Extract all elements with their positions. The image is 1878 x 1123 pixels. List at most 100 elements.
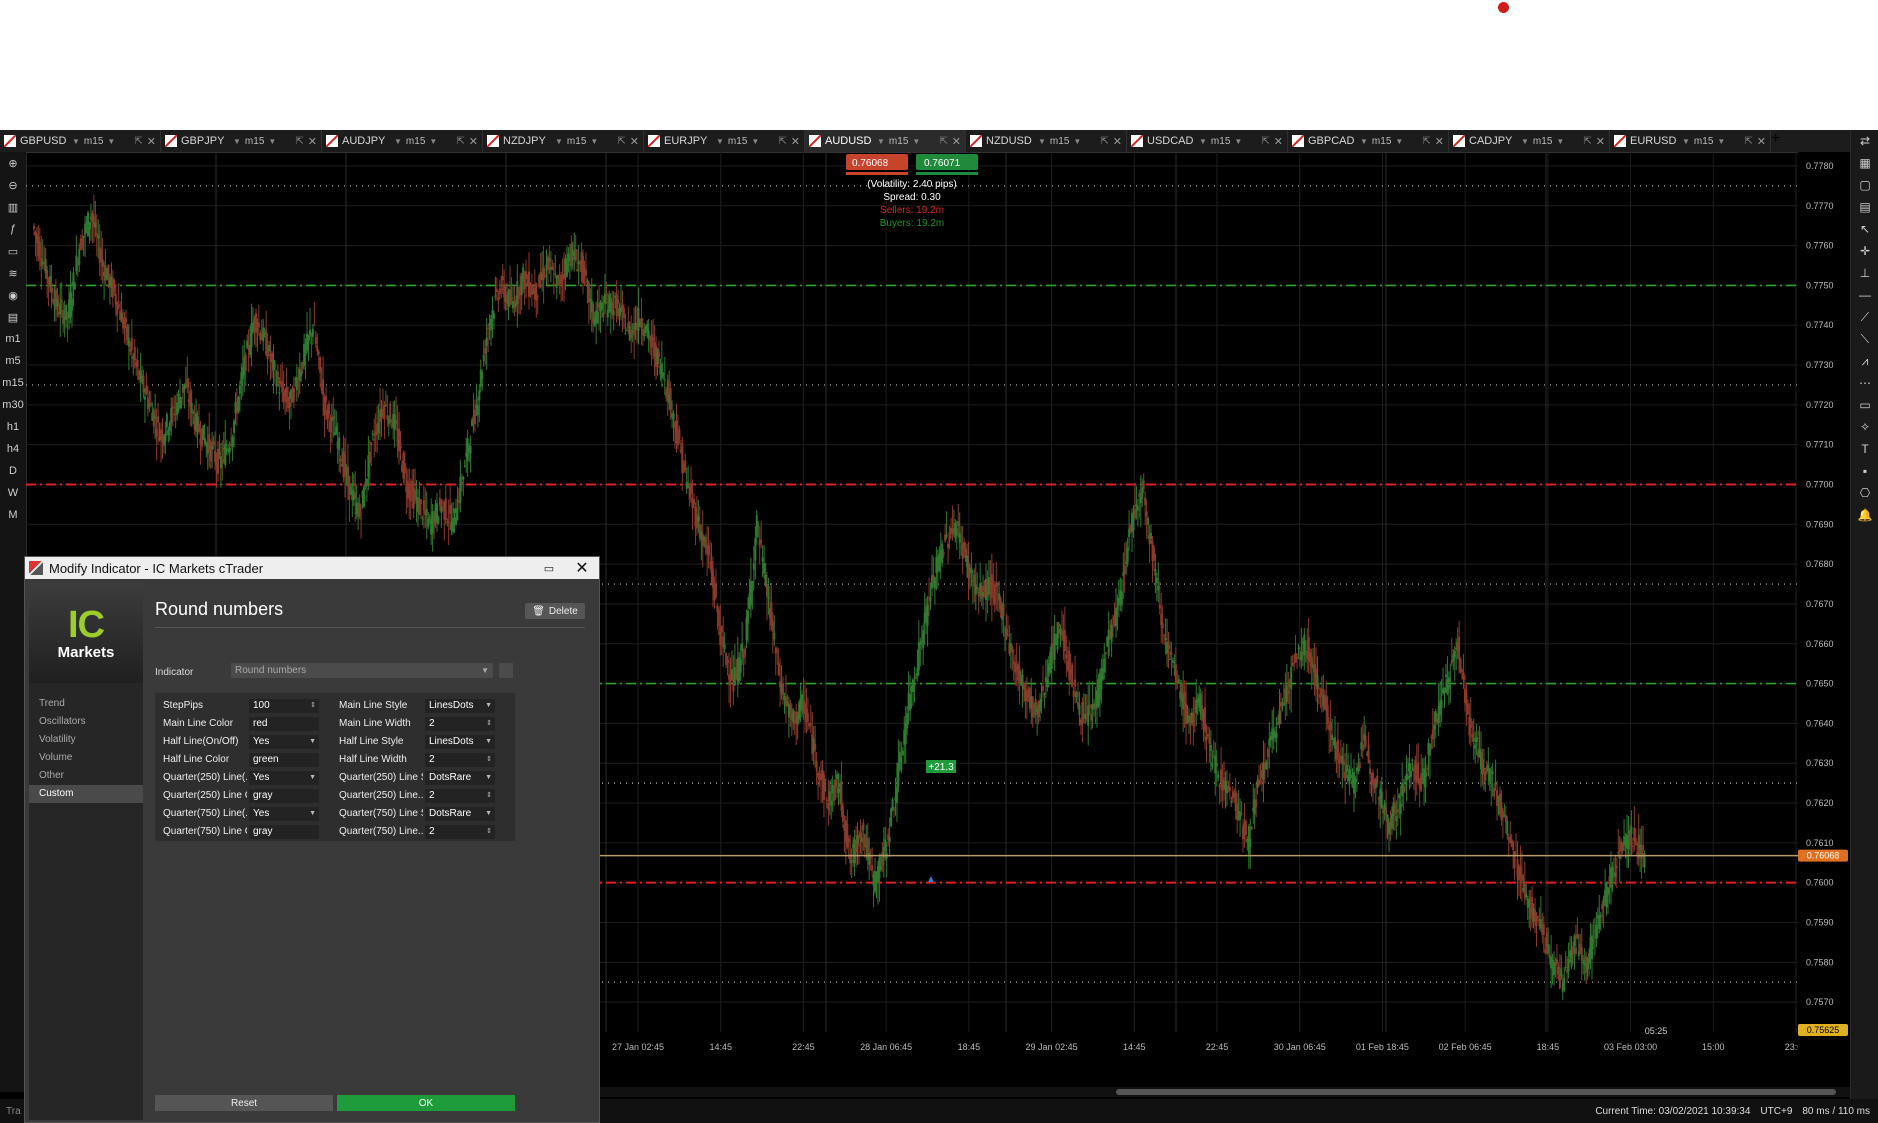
- popout-icon[interactable]: ⇱: [1744, 136, 1752, 147]
- chart-tab-audusd[interactable]: AUDUSD ▼ m15 ▼ ⇱ ✕: [805, 130, 966, 152]
- price-axis[interactable]: 0.7780 0.7770 0.7760 0.7750 0.7740 0.7730 0.77…: [1798, 152, 1850, 1067]
- close-icon[interactable]: ✕: [1757, 135, 1766, 148]
- category-custom[interactable]: Custom: [29, 785, 143, 803]
- chevron-down-icon[interactable]: ▼: [877, 137, 885, 146]
- popout-icon[interactable]: ⇱: [134, 136, 142, 147]
- popout-icon[interactable]: ⇱: [1100, 136, 1108, 147]
- chart-tab-nzdjpy[interactable]: NZDJPY ▼ m15 ▼ ⇱ ✕: [483, 130, 644, 152]
- chevron-down-icon[interactable]: ▼: [1199, 137, 1207, 146]
- chevron-down-icon[interactable]: ▼: [1073, 137, 1081, 146]
- zoom-out-icon[interactable]: ⊖: [0, 174, 26, 196]
- param-value-spin[interactable]: 2 ⇕: [425, 825, 495, 839]
- delete-button[interactable]: 🗑 Delete: [525, 603, 585, 619]
- category-volume[interactable]: Volume: [29, 749, 143, 767]
- camera-icon[interactable]: ⎔: [1851, 482, 1878, 504]
- popout-icon[interactable]: ⇱: [295, 136, 303, 147]
- timeframe-w[interactable]: W: [0, 482, 26, 504]
- chevron-down-icon[interactable]: ▼: [555, 137, 563, 146]
- crosshair-icon[interactable]: ✛: [1851, 240, 1878, 262]
- chart-tab-usdcad[interactable]: USDCAD ▼ m15 ▼ ⇱ ✕: [1127, 130, 1288, 152]
- eye-icon[interactable]: ◉: [0, 284, 26, 306]
- chart-tab-gbpusd[interactable]: GBPUSD ▼ m15 ▼ ⇱ ✕: [0, 130, 161, 152]
- param-value-select[interactable]: LinesDots ▼: [425, 699, 495, 713]
- param-value-select[interactable]: Yes ▼: [249, 807, 319, 821]
- chart-tab-eurjpy[interactable]: EURJPY ▼ m15 ▼ ⇱ ✕: [644, 130, 805, 152]
- timeframe-h4[interactable]: h4: [0, 438, 26, 460]
- chevron-down-icon[interactable]: ▼: [429, 137, 437, 146]
- popout-icon[interactable]: ⇱: [939, 136, 947, 147]
- reset-button[interactable]: Reset: [155, 1095, 333, 1111]
- chevron-down-icon[interactable]: ▼: [1360, 137, 1368, 146]
- chevron-down-icon[interactable]: ▼: [107, 137, 115, 146]
- chevron-down-icon[interactable]: ▼: [716, 137, 724, 146]
- layers-icon[interactable]: ≋: [0, 262, 26, 284]
- timeframe-m[interactable]: M: [0, 504, 26, 526]
- timeframe-m1[interactable]: m1: [0, 328, 26, 350]
- timeframe-h1[interactable]: h1: [0, 416, 26, 438]
- tab-timeframe[interactable]: m15: [1050, 136, 1069, 147]
- chart-tab-nzdusd[interactable]: NZDUSD ▼ m15 ▼ ⇱ ✕: [966, 130, 1127, 152]
- dialog-titlebar[interactable]: Modify Indicator - IC Markets cTrader ▭ …: [25, 557, 599, 579]
- close-icon[interactable]: ✕: [469, 135, 478, 148]
- pitchfork-icon[interactable]: ⩘: [1851, 350, 1878, 372]
- close-icon[interactable]: ✕: [791, 135, 800, 148]
- fibonacci-icon[interactable]: ⋯: [1851, 372, 1878, 394]
- color-icon[interactable]: ▪: [1851, 460, 1878, 482]
- popout-icon[interactable]: ⇱: [617, 136, 625, 147]
- chevron-down-icon[interactable]: ▼: [394, 137, 402, 146]
- tab-timeframe[interactable]: m15: [406, 136, 425, 147]
- add-tab-icon[interactable]: +: [1771, 130, 1780, 152]
- tab-timeframe[interactable]: m15: [889, 136, 908, 147]
- chart-tab-audjpy[interactable]: AUDJPY ▼ m15 ▼ ⇱ ✕: [322, 130, 483, 152]
- tab-timeframe[interactable]: m15: [1372, 136, 1391, 147]
- popout-icon[interactable]: ⇱: [1261, 136, 1269, 147]
- close-icon[interactable]: ✕: [308, 135, 317, 148]
- param-value-select[interactable]: DotsRare ▼: [425, 771, 495, 785]
- popout-icon[interactable]: ⇱: [456, 136, 464, 147]
- chevron-down-icon[interactable]: ▼: [1717, 137, 1725, 146]
- tab-timeframe[interactable]: m15: [1211, 136, 1230, 147]
- category-volatility[interactable]: Volatility: [29, 731, 143, 749]
- tab-timeframe[interactable]: m15: [84, 136, 103, 147]
- param-value-text[interactable]: gray: [249, 789, 319, 803]
- chevron-down-icon[interactable]: ▼: [1682, 137, 1690, 146]
- chart-type-icon[interactable]: ▥: [0, 196, 26, 218]
- chevron-down-icon[interactable]: ▼: [1556, 137, 1564, 146]
- category-other[interactable]: Other: [29, 767, 143, 785]
- close-icon[interactable]: ✕: [1435, 135, 1444, 148]
- sell-price[interactable]: 0.76068: [852, 158, 889, 169]
- zoom-in-icon[interactable]: ⊕: [0, 152, 26, 174]
- timeframe-m30[interactable]: m30: [0, 394, 26, 416]
- chart-tab-cadjpy[interactable]: CADJPY ▼ m15 ▼ ⇱ ✕: [1449, 130, 1610, 152]
- param-value-text[interactable]: red: [249, 717, 319, 731]
- param-value-select[interactable]: Yes ▼: [249, 735, 319, 749]
- chart-tab-gbpjpy[interactable]: GBPJPY ▼ m15 ▼ ⇱ ✕: [161, 130, 322, 152]
- text-icon[interactable]: T: [1851, 438, 1878, 460]
- position-pnl-badge[interactable]: +21.3: [926, 760, 956, 773]
- indicator-select[interactable]: Round numbers ▼: [231, 663, 493, 678]
- chart-tab-eurusd[interactable]: EURUSD ▼ m15 ▼ ⇱ ✕: [1610, 130, 1771, 152]
- quote-widget[interactable]: 0.76068 0.76071 (Volatility: 2.40 pips) Spr…: [846, 154, 978, 229]
- close-icon[interactable]: ✕: [1596, 135, 1605, 148]
- single-chart-icon[interactable]: ▢: [1851, 174, 1878, 196]
- indicator-extra-button[interactable]: [499, 663, 513, 678]
- ray-icon[interactable]: ⟍: [1851, 328, 1878, 350]
- tab-timeframe[interactable]: m15: [728, 136, 747, 147]
- rectangle-icon[interactable]: ▭: [1851, 394, 1878, 416]
- timeframe-d[interactable]: D: [0, 460, 26, 482]
- grid-icon[interactable]: ▦: [1851, 152, 1878, 174]
- bell-icon[interactable]: 🔔: [1851, 504, 1878, 526]
- trend-line-icon[interactable]: ⟋: [1851, 306, 1878, 328]
- template-icon[interactable]: ▤: [0, 306, 26, 328]
- ok-button[interactable]: OK: [337, 1095, 515, 1111]
- measure-icon[interactable]: ⊥: [1851, 262, 1878, 284]
- cursor-icon[interactable]: ↖: [1851, 218, 1878, 240]
- chevron-down-icon[interactable]: ▼: [268, 137, 276, 146]
- chevron-down-icon[interactable]: ▼: [1395, 137, 1403, 146]
- timezone[interactable]: UTC+9: [1760, 1106, 1792, 1117]
- star-icon[interactable]: ✧: [1851, 416, 1878, 438]
- close-icon[interactable]: ✕: [565, 558, 599, 578]
- layout-icon[interactable]: ▭: [0, 240, 26, 262]
- tab-timeframe[interactable]: m15: [567, 136, 586, 147]
- popout-icon[interactable]: ⇱: [1583, 136, 1591, 147]
